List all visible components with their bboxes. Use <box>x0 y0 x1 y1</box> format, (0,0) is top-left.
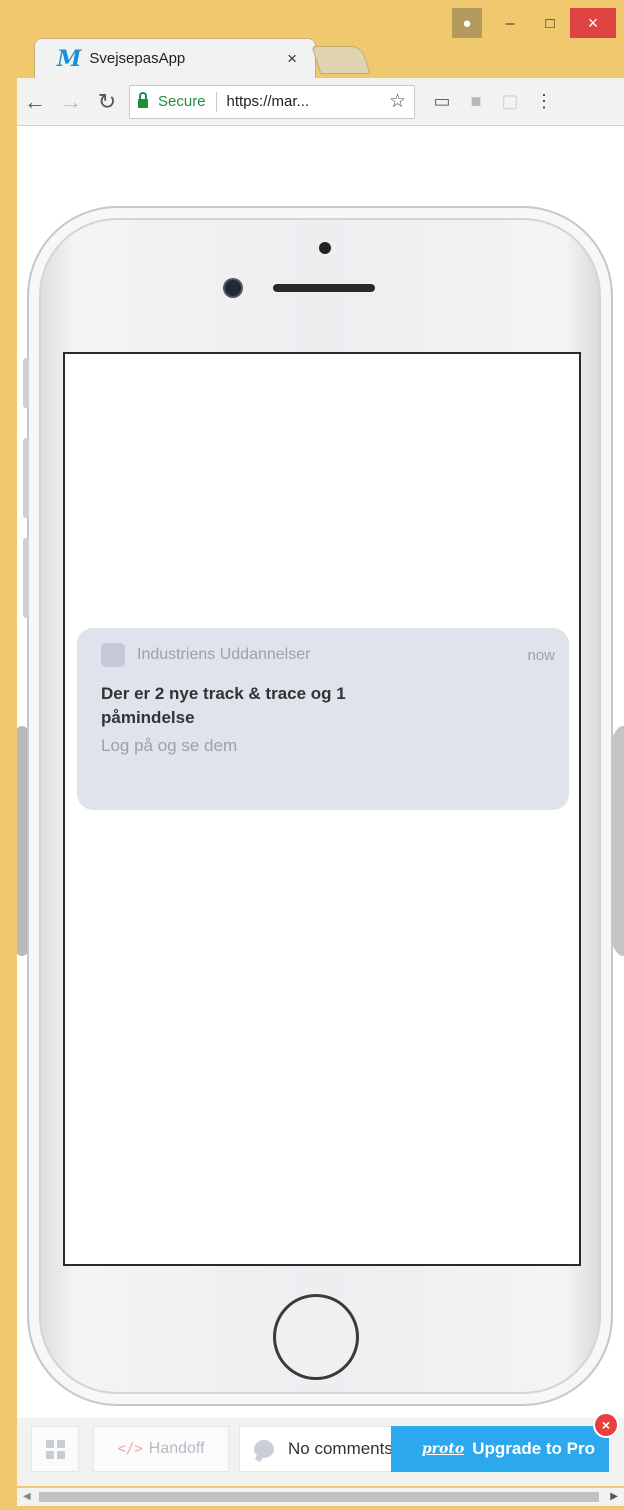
code-icon: </> <box>117 1441 143 1457</box>
handoff-label: Handoff <box>148 1440 205 1457</box>
window-controls: ● – □ × <box>452 8 616 38</box>
close-badge-icon[interactable]: × <box>593 1412 619 1438</box>
volume-up-button <box>23 438 29 518</box>
tab-active[interactable]: M SvejsepasApp × <box>34 38 316 78</box>
browser-toolbar: ← → ↻ Secure https://mar... ☆ ▭ ■ ▢ ⋮ <box>17 78 624 126</box>
prototype-bottom-bar: </> Handoff No comments proto Upgrade to… <box>17 1412 624 1486</box>
scroll-right-icon[interactable]: ▶ <box>610 1491 618 1502</box>
scroll-thumb[interactable] <box>39 1492 599 1502</box>
home-button[interactable] <box>273 1294 359 1380</box>
profile-icon[interactable]: ● <box>452 8 482 38</box>
front-sensor <box>319 242 331 254</box>
upgrade-label: Upgrade to Pro <box>472 1439 595 1458</box>
arrow-right-icon[interactable]: → <box>53 89 89 115</box>
new-tab-button[interactable] <box>311 46 371 74</box>
phone-screen: Industriens Uddannelser now Der er 2 nye… <box>63 352 581 1266</box>
upgrade-button[interactable]: proto Upgrade to Pro <box>391 1426 609 1472</box>
app-icon <box>101 643 125 667</box>
minimize-button[interactable]: – <box>490 8 530 38</box>
notification-app-name: Industriens Uddannelser <box>137 646 311 663</box>
volume-down-button <box>23 538 29 618</box>
front-camera <box>225 280 241 296</box>
arrow-left-icon[interactable]: ← <box>17 89 53 115</box>
page-viewport: Industriens Uddannelser now Der er 2 nye… <box>17 126 624 1418</box>
lock-icon <box>138 92 148 108</box>
phone-mockup: Industriens Uddannelser now Der er 2 nye… <box>23 206 613 1406</box>
browser-window: ● – □ × M SvejsepasApp × ← → ↻ Secure ht… <box>0 0 624 1510</box>
push-notification[interactable]: Industriens Uddannelser now Der er 2 nye… <box>77 628 569 810</box>
horizontal-scrollbar[interactable]: ◀ ▶ <box>17 1488 624 1506</box>
notification-title: Der er 2 nye track & trace og 1 påmindel… <box>101 684 346 727</box>
notification-header: Industriens Uddannelser now <box>101 642 555 668</box>
more-vertical-icon[interactable]: ⋮ <box>527 91 561 112</box>
tab-title: SvejsepasApp <box>89 50 186 67</box>
notification-body: Log på og se dem <box>101 736 238 755</box>
comments-label: No comments <box>288 1439 393 1458</box>
site-favicon-icon: M <box>57 45 82 72</box>
mute-switch <box>23 358 29 408</box>
tab-close-icon[interactable]: × <box>287 49 297 69</box>
notification-time: now <box>527 646 555 664</box>
grid-icon[interactable] <box>31 1426 79 1472</box>
divider <box>215 91 217 112</box>
scroll-left-icon[interactable]: ◀ <box>23 1491 31 1502</box>
handoff-button[interactable]: </> Handoff <box>93 1426 229 1472</box>
comment-bubble-icon <box>254 1440 274 1458</box>
reload-icon[interactable]: ↻ <box>89 89 125 115</box>
close-window-button[interactable]: × <box>570 8 616 38</box>
brand-logo: proto <box>421 1441 465 1457</box>
address-bar[interactable]: Secure https://mar... ☆ <box>129 84 415 119</box>
extension-icon[interactable]: ▢ <box>493 91 527 112</box>
pdf-icon[interactable]: ■ <box>459 91 493 112</box>
url-text[interactable]: https://mar... <box>227 93 389 110</box>
secure-label: Secure <box>158 93 206 110</box>
star-icon[interactable]: ☆ <box>389 90 406 113</box>
earpiece-speaker <box>273 284 375 292</box>
cast-icon[interactable]: ▭ <box>425 91 459 112</box>
maximize-button[interactable]: □ <box>530 8 570 38</box>
